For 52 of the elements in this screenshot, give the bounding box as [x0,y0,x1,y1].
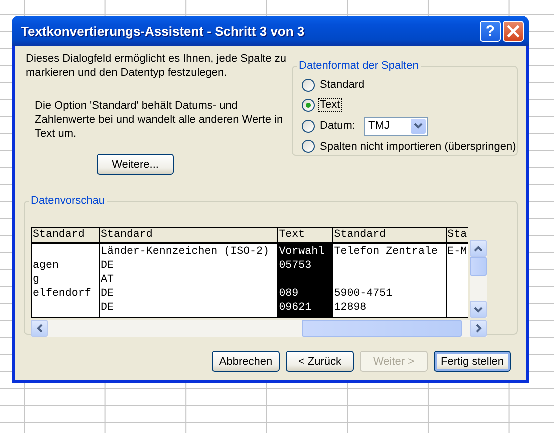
radio-button[interactable] [302,120,315,133]
more-button[interactable]: Weitere... [97,154,174,175]
table-cell: Vorwahl [279,246,325,258]
column-header[interactable]: Standard [100,228,278,244]
table-cell: DE [101,288,114,300]
table-cell: elfendorf [33,288,92,300]
note-text: Die Option 'Standard' behält Datums- und Zahlenwerte bei und wandelt alle anderen Werte in Text um. [35,99,284,141]
table-cell: 089 [279,288,299,300]
column-header[interactable]: Standard [32,228,100,244]
table-cell: 05753 [279,260,312,272]
table-cell: DE [101,260,114,272]
column-header[interactable]: Standard [333,228,446,244]
table-cell: 09621 [279,302,312,314]
scroll-up-icon[interactable] [470,240,487,257]
close-icon[interactable] [507,24,520,38]
radio-label[interactable]: Standard [319,79,366,92]
table-cell: E-M [448,246,468,258]
table-cell: agen [33,260,59,272]
dialog-button[interactable]: Fertig stellen [434,351,511,372]
radio-button[interactable] [302,98,315,112]
scroll-right-icon[interactable] [470,320,487,337]
column-header[interactable]: Sta [446,228,468,244]
column-header[interactable]: Text [278,228,332,244]
dialog-button[interactable]: < Zurück [286,351,354,372]
radio-label[interactable]: Datum: [319,120,356,132]
table-cell: DE [101,302,114,314]
radio-label[interactable]: Text [319,99,342,112]
group-title: Datenformat der Spalten [297,59,421,73]
table-cell: g [33,274,40,286]
window-title: Textkonvertierungs-Assistent - Schritt 3 von 3 [21,24,306,38]
horizontal-scrollbar[interactable] [31,320,487,337]
scroll-left-icon[interactable] [31,320,48,337]
radio-button[interactable] [302,78,315,92]
radio-button[interactable] [302,140,315,154]
preview-column[interactable]: Standard Telefon Zentrale 5900-4751 12898 [333,228,447,317]
table-cell: 5900-4751 [334,288,393,300]
dialog-button[interactable]: Abbrechen [212,351,280,372]
help-button[interactable]: ? [480,20,501,42]
table-cell: AT [101,274,114,286]
scroll-down-icon[interactable] [470,301,487,318]
vertical-scrollbar[interactable] [470,240,487,318]
preview-column[interactable]: Standard Länder-Kennzeichen (ISO-2) DE AT DE DE [100,228,278,317]
scroll-thumb[interactable] [302,320,462,337]
date-format-dropdown[interactable]: TMJ [364,116,428,136]
intro-text: Dieses Dialogfeld ermöglicht es Ihnen, jede Spalte zu markieren und den Datentyp festzulegen. [26,52,288,80]
table-cell: Telefon Zentrale [334,246,438,258]
close-button[interactable] [503,20,524,42]
radio-label[interactable]: Spalten nicht importieren (überspringen) [319,140,518,153]
table-cell: Länder-Kennzeichen (ISO-2) [101,246,270,258]
scroll-thumb[interactable] [470,257,487,276]
table-cell: 12898 [334,302,367,314]
preview-column[interactable]: Standard agen g elfendorf [32,228,100,317]
